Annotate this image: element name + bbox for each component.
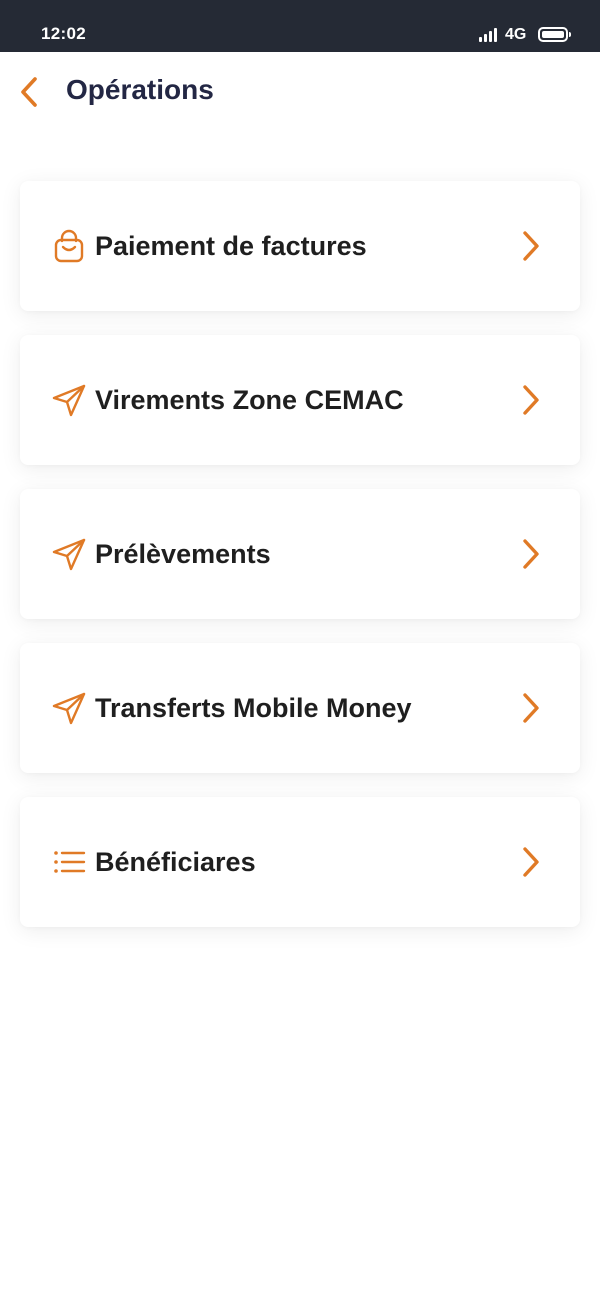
page-title: Opérations bbox=[66, 74, 214, 105]
chevron-right-icon bbox=[518, 383, 544, 417]
signal-icon bbox=[479, 28, 501, 42]
header: Opérations bbox=[0, 52, 600, 132]
shopping-bag-icon bbox=[51, 228, 87, 264]
send-icon bbox=[51, 536, 87, 572]
send-icon bbox=[51, 382, 87, 418]
battery-icon bbox=[538, 27, 571, 42]
chevron-right-icon bbox=[518, 537, 544, 571]
menu-item-transferts-mobile-money[interactable]: Transferts Mobile Money bbox=[20, 643, 580, 773]
send-icon bbox=[51, 690, 87, 726]
chevron-right-icon bbox=[518, 691, 544, 725]
chevron-right-icon bbox=[518, 229, 544, 263]
menu-item-paiement-de-factures[interactable]: Paiement de factures bbox=[20, 181, 580, 311]
status-bar: 12:02 4G bbox=[0, 0, 600, 52]
menu-item-prelevements[interactable]: Prélèvements bbox=[20, 489, 580, 619]
menu-item-label: Prélèvements bbox=[95, 539, 271, 569]
chevron-left-icon bbox=[21, 77, 37, 107]
menu-item-label: Bénéficiares bbox=[95, 847, 256, 877]
chevron-right-icon bbox=[518, 845, 544, 879]
status-time: 12:02 bbox=[41, 24, 86, 43]
back-button[interactable] bbox=[14, 72, 46, 112]
list-icon bbox=[51, 844, 87, 880]
menu-item-label: Paiement de factures bbox=[95, 231, 367, 261]
menu-item-beneficiaires[interactable]: Bénéficiares bbox=[20, 797, 580, 927]
menu-item-virements-zone-cemac[interactable]: Virements Zone CEMAC bbox=[20, 335, 580, 465]
menu-item-label: Virements Zone CEMAC bbox=[95, 385, 404, 415]
operations-menu: Paiement de factures Virements Zone CEMA… bbox=[20, 181, 580, 951]
menu-item-label: Transferts Mobile Money bbox=[95, 693, 412, 723]
network-label: 4G bbox=[505, 26, 527, 43]
